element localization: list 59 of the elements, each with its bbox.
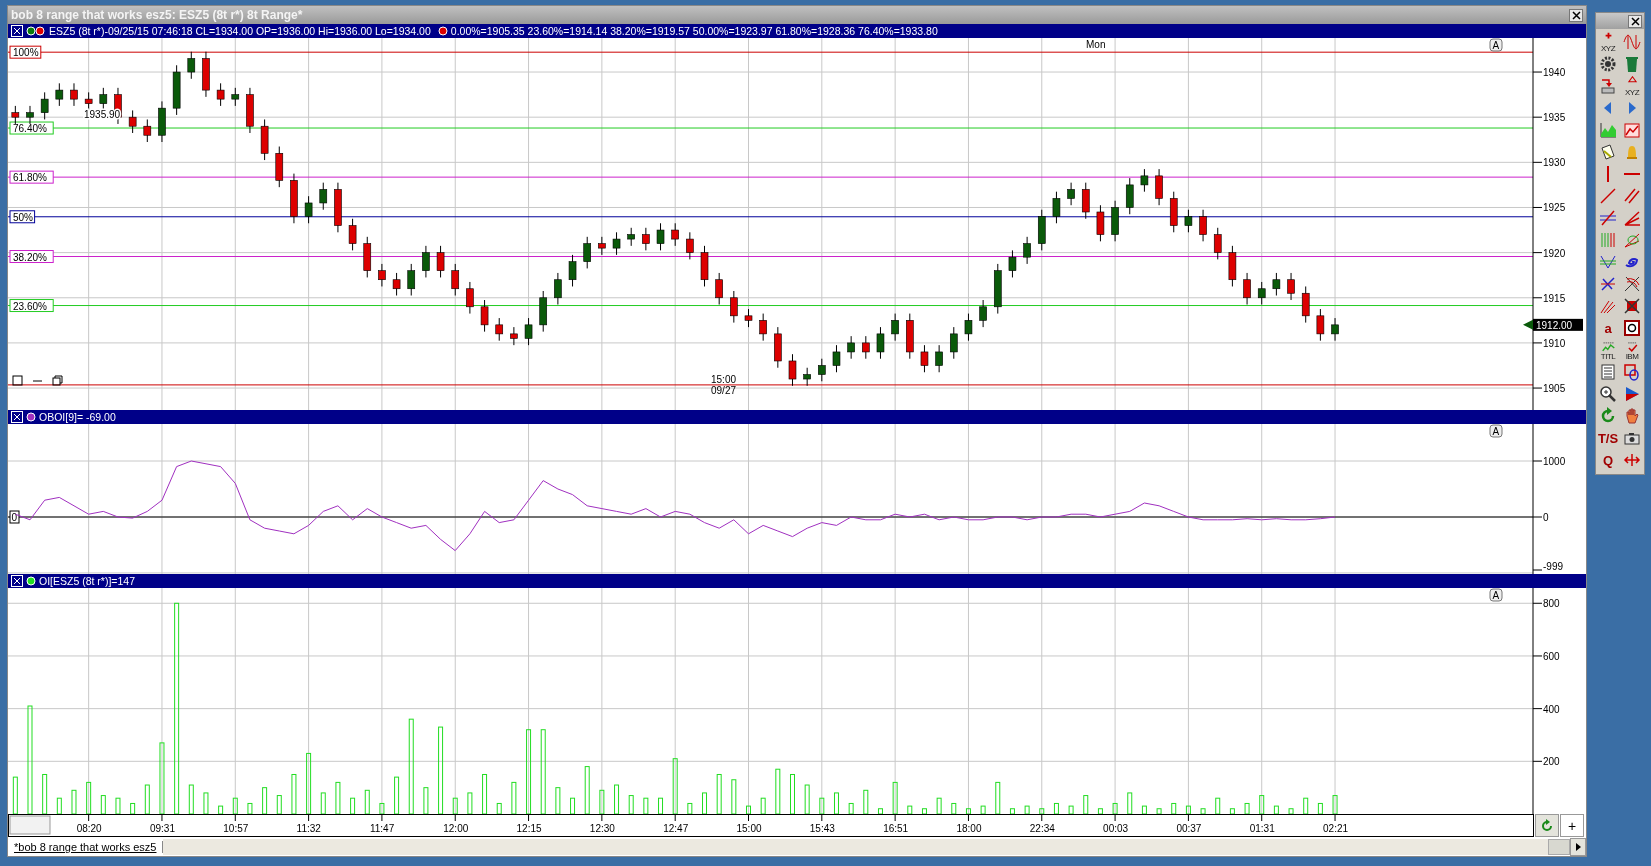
tool-button[interactable]: TITL [1597,340,1619,360]
time-label: 16:51 [883,823,909,834]
time-label: 01:31 [1249,823,1275,834]
time-label: 12:00 [443,823,469,834]
axis-label: 1000 [1543,456,1566,467]
axis-label: 600 [1543,650,1560,662]
fibonacci-readout: 0.00%=1905.35 23.60%=1914.14 38.20%=1919.57 50.00%=1923.97 61.80%=1928.36 76.40%=1933.80 [450,25,938,37]
time-label: 00:37 [1176,823,1202,834]
tool-button[interactable]: a [1597,318,1619,338]
autoscale-button[interactable]: A [1489,38,1503,52]
axis-label: 800 [1543,598,1560,610]
indicator-readout: OI[ESZ5 (8t r*)]=147 [39,575,135,587]
time-label: 02:21 [1323,823,1349,834]
time-label: 12:30 [589,823,615,834]
axis-label: 1925 [1543,202,1566,214]
fibonacci-label: 50% [9,210,36,224]
fibonacci-label: 100% [9,45,42,59]
zero-label: 0 [9,510,20,524]
axis-label: 1905 [1543,383,1566,395]
time-label: 15:43 [809,823,835,834]
tool-button[interactable]: XYZ [1597,32,1619,52]
axis-label: 1940 [1543,67,1566,79]
autoscale-button[interactable]: A [1489,424,1503,438]
fibonacci-label: 61.80% [9,170,54,184]
tool-button[interactable]: XYZ [1621,76,1643,96]
time-label: 11:47 [369,823,395,834]
axis-label: 400 [1543,703,1560,715]
axis-label: -999 [1543,561,1563,572]
axis-label: 1935 [1543,112,1566,124]
time-label: 12:47 [663,823,689,834]
day-label: Mon [1086,39,1106,50]
add-button[interactable]: + [1560,814,1584,837]
time-label: 12:15 [516,823,542,834]
axis-label: 200 [1543,756,1560,768]
time-label: 22:34 [1029,823,1055,834]
axis-label: 1920 [1543,247,1566,259]
axis-label: 0 [1543,512,1549,523]
session-date: 09/27 [711,385,737,396]
time-label: 15:00 [736,823,762,834]
fibonacci-label: 23.60% [9,299,54,313]
tool-button[interactable]: Q [1597,450,1619,470]
time-label: 00:03 [1103,823,1129,834]
time-label: 10:57 [223,823,249,834]
time-label: 11:32 [296,823,321,834]
fibonacci-label: 76.40% [9,121,54,135]
axis-label: 1930 [1543,157,1566,169]
fibonacci-label: 38.20% [9,250,54,263]
axis-label: 1910 [1543,337,1566,349]
time-label: 08:20 [76,823,102,834]
window-title: bob 8 range that works esz5: ESZ5 (8t r*) 8t Range* [11,8,303,22]
time-label: 09:31 [149,823,175,834]
autoscale-button[interactable]: A [1489,588,1503,602]
indicator-readout: OBOI[9]= -69.00 [39,411,116,423]
tool-button[interactable]: T/S [1597,428,1619,448]
tool-button[interactable]: IBM [1621,340,1643,360]
price-readout: ESZ5 (8t r*)-09/25/15 07:46:18 CL=1934.00 OP=1936.00 Hi=1936.00 Lo=1934.00 [49,25,431,37]
session-time: 15:00 [711,374,737,385]
time-label: 18:00 [956,823,982,834]
axis-label: 1915 [1543,292,1566,304]
